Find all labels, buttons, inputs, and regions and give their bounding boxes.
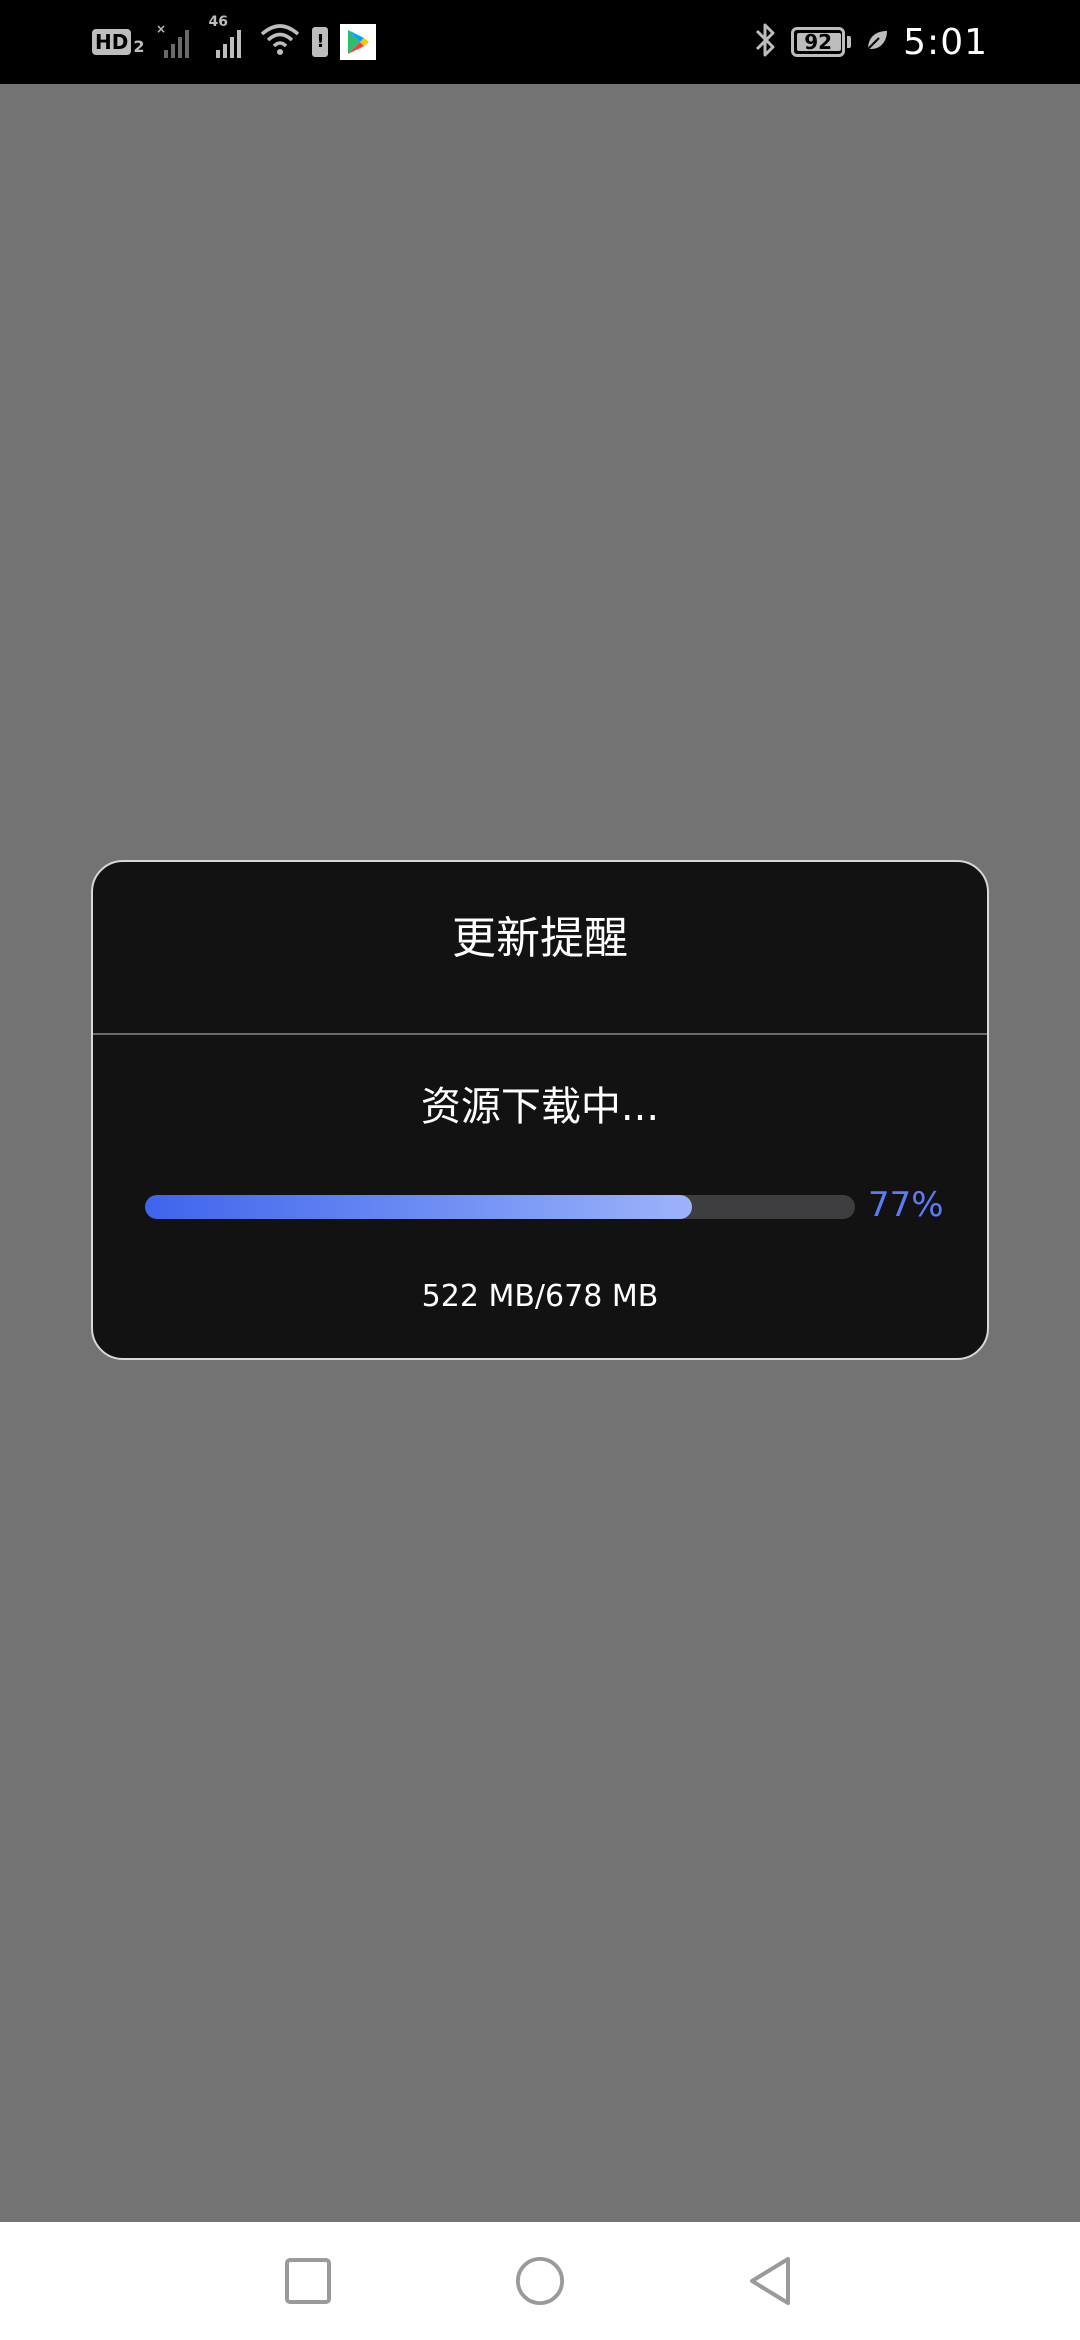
recent-apps-icon (285, 2258, 331, 2304)
home-icon (515, 2256, 565, 2306)
leaf-icon (865, 28, 889, 56)
hd-label: HD (92, 29, 132, 55)
dialog-divider (93, 1033, 987, 1035)
status-bar: HD 2 × 46 ! 92 5:01 (0, 0, 1080, 84)
update-dialog: 更新提醒 资源下载中... 77% 522 MB/678 MB (91, 860, 989, 1360)
sim-signal-icon-1: × (156, 22, 196, 62)
home-button[interactable] (515, 2256, 565, 2306)
recent-apps-button[interactable] (283, 2256, 333, 2306)
battery-body: 92 (791, 27, 846, 57)
battery-nub (847, 36, 852, 48)
status-left: HD 2 × 46 (92, 14, 377, 64)
dialog-title: 更新提醒 (452, 913, 628, 964)
play-store-icon (340, 24, 377, 60)
back-icon (750, 2257, 790, 2305)
progress-percent: 77% (868, 1185, 944, 1225)
battery-level: 92 (804, 30, 833, 54)
bluetooth-icon (753, 21, 777, 63)
download-progress-bar (145, 1195, 855, 1219)
hd-badge: HD 2 (92, 29, 144, 55)
hd-sub-label: 2 (133, 37, 145, 56)
download-status-text: 资源下载中... (420, 1084, 660, 1130)
network-label: 46 (208, 14, 228, 30)
status-right: 92 5:01 (753, 18, 988, 66)
clock: 5:01 (903, 21, 988, 63)
svg-text:×: × (156, 22, 166, 36)
battery-icon: 92 (791, 27, 852, 57)
download-progress-fill (145, 1195, 692, 1219)
wifi-icon (260, 22, 300, 62)
download-size-text: 522 MB/678 MB (421, 1279, 659, 1314)
back-button[interactable] (745, 2256, 795, 2306)
battery-alert-icon (312, 27, 329, 57)
sim-signal-icon-2: 46 (208, 14, 248, 62)
navigation-bar (0, 2222, 1080, 2340)
